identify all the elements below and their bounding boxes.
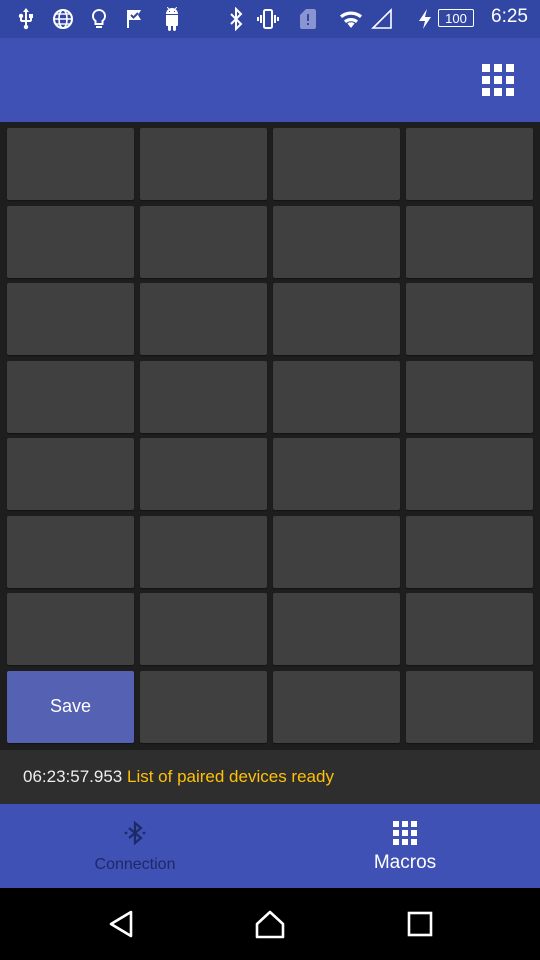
- macro-button[interactable]: [406, 515, 533, 588]
- macro-button[interactable]: [273, 593, 400, 665]
- macro-button[interactable]: [7, 360, 134, 433]
- macro-button[interactable]: [140, 515, 267, 588]
- lightbulb-icon: [91, 8, 107, 28]
- macro-button[interactable]: [7, 438, 134, 510]
- log-timestamp: 06:23:57.953: [23, 767, 123, 786]
- signal-icon: [371, 8, 392, 29]
- macro-button[interactable]: [273, 128, 400, 200]
- macro-button[interactable]: [7, 283, 134, 355]
- log-bar: 06:23:57.953 List of paired devices read…: [0, 750, 540, 804]
- bluetooth-icon: [124, 820, 146, 846]
- macro-button[interactable]: [273, 283, 400, 355]
- macro-button[interactable]: [406, 360, 533, 433]
- grid-icon: [393, 821, 417, 845]
- macro-button[interactable]: [7, 515, 134, 588]
- macro-button[interactable]: [7, 205, 134, 278]
- clock: 6:25: [491, 6, 528, 27]
- macro-button[interactable]: [7, 593, 134, 665]
- sim-alert-icon: [300, 9, 316, 29]
- tab-macros-label: Macros: [373, 852, 437, 873]
- vibrate-icon: [257, 9, 279, 29]
- back-icon[interactable]: [105, 908, 137, 940]
- macro-button[interactable]: [406, 670, 533, 743]
- android-icon: [166, 7, 178, 31]
- system-navigation-bar: [0, 888, 540, 960]
- tab-macros[interactable]: Macros: [270, 804, 540, 888]
- macro-button[interactable]: [406, 438, 533, 510]
- macro-button[interactable]: [140, 438, 267, 510]
- usb-icon: [18, 8, 33, 30]
- tab-connection-label: Connection: [94, 856, 176, 873]
- globe-icon: [53, 9, 73, 29]
- macro-button[interactable]: [406, 205, 533, 278]
- battery-level: 100: [438, 9, 474, 27]
- wifi-icon: [340, 11, 362, 28]
- macro-button[interactable]: [406, 593, 533, 665]
- macro-grid: Save: [7, 128, 533, 743]
- macro-button[interactable]: [140, 670, 267, 743]
- check-flag-icon: [127, 10, 141, 28]
- app-bar: [0, 38, 540, 122]
- macro-button[interactable]: [140, 283, 267, 355]
- macro-button[interactable]: [140, 360, 267, 433]
- bluetooth-icon: [230, 7, 243, 31]
- grid-icon[interactable]: [478, 60, 518, 100]
- macro-button[interactable]: [273, 515, 400, 588]
- recents-icon[interactable]: [404, 908, 436, 940]
- macro-grid-area: Save: [0, 122, 540, 750]
- macro-button[interactable]: [140, 593, 267, 665]
- macro-button[interactable]: [273, 438, 400, 510]
- save-button[interactable]: Save: [7, 670, 134, 743]
- log-message: List of paired devices ready: [127, 767, 334, 786]
- home-icon[interactable]: [254, 908, 286, 940]
- macro-button[interactable]: [273, 205, 400, 278]
- status-bar: 100 6:25: [0, 0, 540, 38]
- macro-button[interactable]: [7, 128, 134, 200]
- macro-button[interactable]: [273, 360, 400, 433]
- macro-button[interactable]: [273, 670, 400, 743]
- tab-connection[interactable]: Connection: [0, 804, 270, 888]
- macro-button[interactable]: [406, 128, 533, 200]
- macro-button[interactable]: [140, 205, 267, 278]
- macro-button[interactable]: [406, 283, 533, 355]
- charging-icon: [419, 9, 431, 29]
- macro-button[interactable]: [140, 128, 267, 200]
- bottom-navigation: Connection Macros: [0, 804, 540, 888]
